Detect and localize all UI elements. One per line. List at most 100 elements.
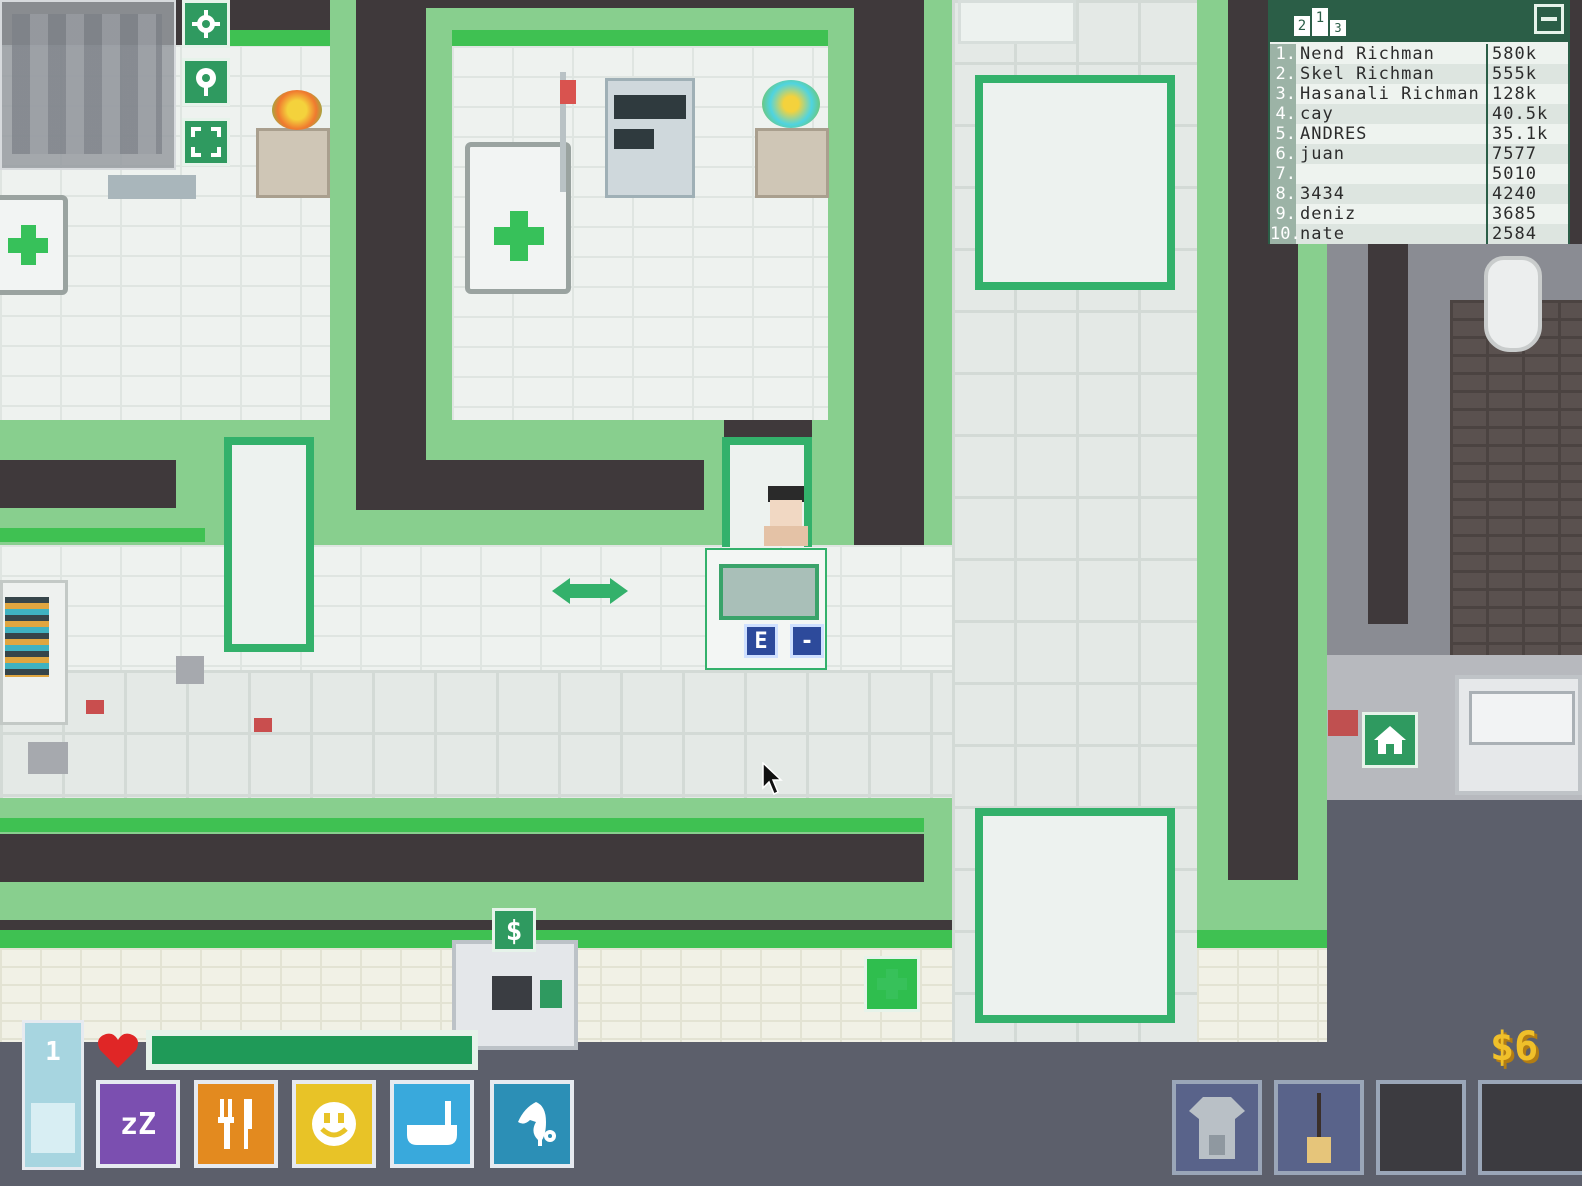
leaderboard-score: 3685 <box>1492 204 1537 224</box>
leaderboard-rank: 7. <box>1270 164 1296 184</box>
podium-icon: 2 1 3 <box>1294 8 1350 36</box>
level-badge: 1 <box>22 1020 84 1170</box>
settings-button[interactable] <box>182 0 230 48</box>
smiley-icon <box>312 1102 356 1146</box>
wall-segment <box>0 460 176 508</box>
leaderboard-score: 4240 <box>1492 184 1537 204</box>
door-bottom[interactable] <box>975 808 1175 1023</box>
leaderboard-score: 35.1k <box>1492 124 1549 144</box>
chess-knight-icon <box>514 1102 556 1146</box>
fullscreen-button[interactable] <box>182 118 230 166</box>
leaderboard-score: 2584 <box>1492 224 1537 244</box>
wall-stripe <box>452 30 828 46</box>
leaderboard-player-name: ANDRES <box>1300 124 1488 144</box>
health-bar <box>146 1030 478 1070</box>
wall-stripe <box>0 818 924 832</box>
hallway-bench <box>958 0 1076 44</box>
wall-segment <box>0 834 924 882</box>
wall-segment <box>426 8 452 448</box>
need-skills[interactable] <box>490 1080 574 1168</box>
leaderboard-player-name: deniz <box>1300 204 1488 224</box>
leaderboard-row: 2. Skel Richman 555k <box>1270 64 1568 84</box>
leaderboard-row: 8. 3434 4240 <box>1270 184 1568 204</box>
map-pin-button[interactable] <box>182 58 230 106</box>
wall-segment <box>356 460 676 510</box>
fork-knife-icon <box>218 1099 252 1149</box>
street-floor <box>1327 800 1582 1042</box>
stove <box>1455 675 1582 795</box>
need-fun[interactable] <box>292 1080 376 1168</box>
interact-key-e[interactable]: E <box>744 624 778 658</box>
leaderboard-rank: 9. <box>1270 204 1296 224</box>
vending-machine[interactable] <box>0 580 68 725</box>
map-pin-icon <box>196 68 216 96</box>
leaderboard-player-name: Nend Richman <box>1300 44 1488 64</box>
door-top[interactable] <box>975 75 1175 290</box>
leaderboard-score: 5010 <box>1492 164 1537 184</box>
leaderboard-score: 40.5k <box>1492 104 1549 124</box>
shirt-icon <box>1189 1096 1245 1159</box>
leaderboard-player-name: Skel Richman <box>1300 64 1488 84</box>
leaderboard-row: 10. nate 2584 <box>1270 224 1568 244</box>
bathtub-icon <box>407 1101 457 1145</box>
wall-stripe <box>1197 930 1327 948</box>
inventory-slot-1[interactable] <box>1172 1080 1262 1175</box>
leaderboard-rank: 8. <box>1270 184 1296 204</box>
interact-key-minus[interactable]: - <box>790 624 824 658</box>
leaderboard-player-name <box>1300 164 1488 184</box>
wall-segment <box>924 0 952 545</box>
leaderboard-rank: 3. <box>1270 84 1296 104</box>
heart-icon <box>96 1030 140 1070</box>
flower <box>272 90 322 130</box>
trash[interactable] <box>176 656 204 684</box>
trash[interactable] <box>28 742 68 774</box>
money-display: $6 <box>1490 1024 1539 1070</box>
inventory-slot-3[interactable] <box>1376 1080 1466 1175</box>
npc-sprite <box>552 574 628 608</box>
leaderboard-player-name: nate <box>1300 224 1488 244</box>
leaderboard-rank: 6. <box>1270 144 1296 164</box>
cross-sign[interactable] <box>864 956 920 1012</box>
leaderboard-player-name: cay <box>1300 104 1488 124</box>
trash[interactable] <box>86 700 104 714</box>
leaderboard-player-name: juan <box>1300 144 1488 164</box>
leaderboard-rank: 10. <box>1270 224 1301 244</box>
dollar-sign[interactable]: $ <box>492 908 536 952</box>
health-bar-fill <box>152 1036 472 1064</box>
toilet <box>1484 256 1542 352</box>
heart-monitor <box>605 78 695 198</box>
home-sign[interactable] <box>1362 712 1418 768</box>
inventory-slot-2[interactable] <box>1274 1080 1364 1175</box>
door-corridor-left[interactable] <box>224 437 314 652</box>
flower <box>762 80 820 128</box>
flower-pot <box>256 128 330 198</box>
leaderboard-row: 7. 5010 <box>1270 164 1568 184</box>
leaderboard-row: 9. deniz 3685 <box>1270 204 1568 224</box>
wall-segment <box>426 420 704 460</box>
hospital-bed[interactable] <box>465 142 571 294</box>
sleep-icon: zZ <box>119 1106 157 1142</box>
leaderboard-row: 5. ANDRES 35.1k <box>1270 124 1568 144</box>
trash[interactable] <box>254 718 272 732</box>
leaderboard-rank: 4. <box>1270 104 1296 124</box>
need-hygiene[interactable] <box>390 1080 474 1168</box>
leaderboard-player-name: 3434 <box>1300 184 1488 204</box>
need-food[interactable] <box>194 1080 278 1168</box>
iv-bag <box>560 80 576 104</box>
leaderboard-score: 555k <box>1492 64 1537 84</box>
wall-segment <box>854 0 924 510</box>
mouse-cursor <box>762 761 784 796</box>
leaderboard-rank: 2. <box>1270 64 1296 84</box>
leaderboard-score: 7577 <box>1492 144 1537 164</box>
hospital-bed[interactable] <box>0 195 68 295</box>
inventory-slot-4[interactable] <box>1478 1080 1582 1175</box>
collapse-leaderboard-button[interactable] <box>1534 4 1564 34</box>
level-number: 1 <box>45 1037 61 1067</box>
wall-segment <box>704 420 724 545</box>
minimap[interactable] <box>0 0 176 170</box>
leaderboard-rank: 1. <box>1270 44 1296 64</box>
wall-segment <box>330 510 705 545</box>
leaderboard-row: 1. Nend Richman 580k <box>1270 44 1568 64</box>
leaderboard-score: 580k <box>1492 44 1537 64</box>
need-sleep[interactable]: zZ <box>96 1080 180 1168</box>
